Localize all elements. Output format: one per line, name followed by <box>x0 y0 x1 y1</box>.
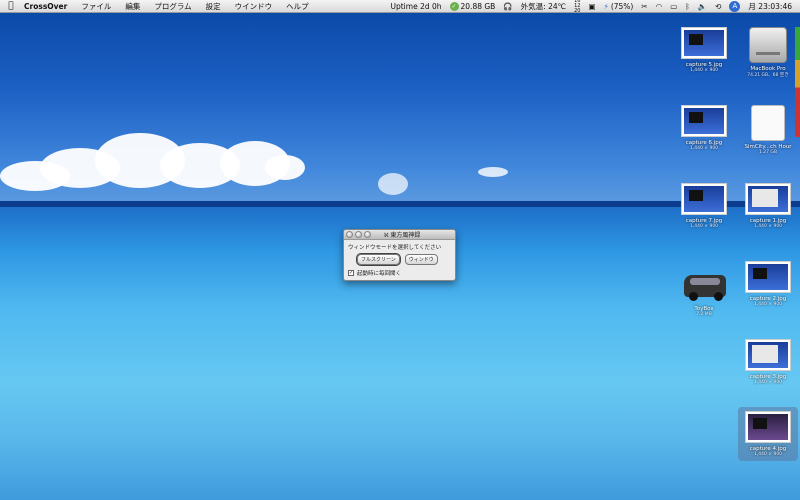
checkbox-icon[interactable]: ✓ <box>348 270 354 276</box>
car-icon <box>680 269 728 303</box>
desktop-icon-capture-1[interactable]: capture 1.jpg 1,440 × 900 <box>736 183 800 229</box>
image-thumbnail-icon <box>681 27 727 59</box>
menu-app-name[interactable]: CrossOver <box>22 2 74 11</box>
disk-free-label: 20.88 GB <box>460 1 496 11</box>
icon-sublabel: 1,440 × 900 <box>689 146 719 151</box>
icon-sublabel: 1,440 × 900 <box>753 452 783 457</box>
desktop-icon-capture-7[interactable]: capture 7.jpg 1,440 × 900 <box>672 183 736 229</box>
dialog-message: ウィンドウモードを選択してください <box>348 245 442 251</box>
image-thumbnail-icon <box>745 261 791 293</box>
desktop-icon-capture-6[interactable]: capture 6.jpg 1,440 × 900 <box>672 105 736 151</box>
check-icon: ✓ <box>449 1 459 11</box>
image-thumbnail-icon <box>745 339 791 371</box>
cloud <box>378 173 408 195</box>
minimize-button[interactable] <box>355 231 362 238</box>
zoom-button[interactable] <box>364 231 371 238</box>
dialog-title: ℵ 東方風神録 <box>384 230 420 239</box>
desktop-icon-capture-2[interactable]: capture 2.jpg 1,440 × 900 <box>736 261 800 307</box>
bluetooth-icon[interactable]: ᛒ <box>681 2 694 11</box>
menu-clock[interactable]: 月 23:03:46 <box>744 1 796 12</box>
menu-bar:  CrossOver ファイル 編集 プログラム 設定 ウインドウ ヘルプ U… <box>0 0 800 13</box>
dialog-title-bar[interactable]: ℵ 東方風神録 <box>344 230 455 240</box>
dialog-title-label: 東方風神録 <box>390 232 421 239</box>
status-calendar[interactable]: 16 12 20 <box>570 0 584 14</box>
window-mode-dialog: ℵ 東方風神録 ウィンドウモードを選択してください フルスクリーン ウィンドウ … <box>343 229 456 281</box>
window-button[interactable]: ウィンドウ <box>404 254 438 265</box>
status-uptime[interactable]: Uptime 2d 0h <box>386 2 445 11</box>
ask-on-launch-checkbox[interactable]: ✓ 起動時に毎回聞く <box>348 269 451 277</box>
apple-menu-icon[interactable]:  <box>0 1 22 11</box>
cloud <box>478 167 508 177</box>
icon-sublabel: 1,440 × 900 <box>689 224 719 229</box>
time-machine-icon[interactable]: ⟲ <box>711 2 725 11</box>
menu-edit[interactable]: 編集 <box>118 1 147 12</box>
wifi-icon[interactable]: ◠ <box>652 2 667 11</box>
image-thumbnail-icon <box>745 411 791 443</box>
menu-file[interactable]: ファイル <box>74 1 118 12</box>
icon-sublabel: 1.27 GB <box>758 150 778 155</box>
menu-program[interactable]: プログラム <box>147 1 198 12</box>
desktop-icon-capture-5[interactable]: capture 5.jpg 1,440 × 900 <box>672 27 736 73</box>
image-thumbnail-icon <box>681 105 727 137</box>
icon-sublabel: 1,440 × 900 <box>753 224 783 229</box>
fullscreen-button[interactable]: フルスクリーン <box>356 253 401 266</box>
image-thumbnail-icon <box>681 183 727 215</box>
icon-sublabel: 1,440 × 900 <box>753 302 783 307</box>
desktop-icon-macbook-pro[interactable]: MacBook Pro 74.21 GB、68 空き <box>736 27 800 78</box>
headphones-icon[interactable]: 🎧 <box>499 2 516 11</box>
lightning-icon: ⚡ <box>603 1 609 11</box>
volume-icon[interactable]: 🔈 <box>694 2 711 11</box>
hard-drive-icon <box>749 27 787 63</box>
screen-icon[interactable]: ▣ <box>584 2 599 11</box>
display-icon[interactable]: ▭ <box>666 2 681 11</box>
close-button[interactable] <box>346 231 353 238</box>
battery-status[interactable]: ⚡ (75%) <box>600 2 638 11</box>
input-menu-icon[interactable]: A <box>725 0 744 12</box>
disk-image-icon <box>751 105 785 141</box>
desktop-icon-simcity[interactable]: SimCity...ch Hour 1.27 GB <box>736 105 800 155</box>
cal-bottom: 20 <box>574 7 581 14</box>
checkbox-label: 起動時に毎回聞く <box>357 271 402 277</box>
app-icon: ℵ <box>384 232 389 239</box>
image-thumbnail-icon <box>745 183 791 215</box>
icon-sublabel: 1,440 × 900 <box>689 68 719 73</box>
status-temperature[interactable]: 外気温: 24℃ <box>517 1 570 12</box>
icon-sublabel: 7.2 MB <box>696 312 712 317</box>
icon-sublabel: 74.21 GB、68 空き <box>747 73 789 78</box>
desktop-icon-capture-4[interactable]: capture 4.jpg 1,440 × 900 <box>738 407 798 461</box>
icon-sublabel: 1,440 × 900 <box>753 380 783 385</box>
status-disk[interactable]: ✓ 20.88 GB <box>446 1 500 11</box>
battery-label: (75%) <box>610 1 634 11</box>
desktop-icon-toybox[interactable]: ToyBox 7.2 MB <box>672 269 736 317</box>
menu-window[interactable]: ウインドウ <box>228 1 280 12</box>
desktop-icon-capture-3[interactable]: capture 3.jpg 1,440 × 900 <box>736 339 800 385</box>
menu-help[interactable]: ヘルプ <box>279 1 316 12</box>
scissors-icon[interactable]: ✂ <box>637 2 651 11</box>
menu-settings[interactable]: 設定 <box>199 1 228 12</box>
cloud <box>265 155 305 180</box>
